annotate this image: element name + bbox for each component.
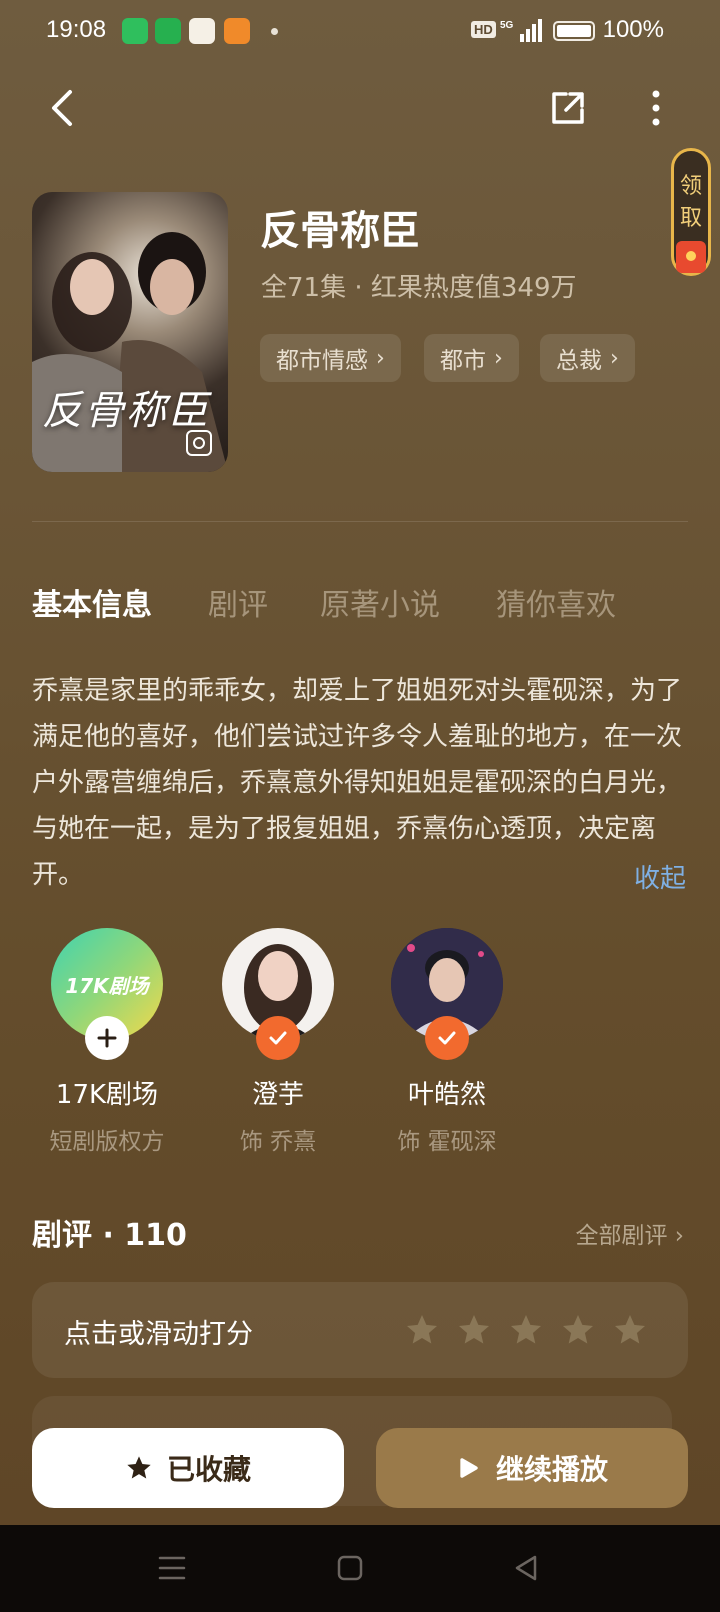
plus-icon [97,1028,117,1048]
reward-label-2: 取 [679,206,702,231]
reward-claim-button[interactable]: 领 取 [671,148,711,276]
back-triangle-icon[interactable] [513,1554,539,1582]
collapse-link[interactable]: 收起 [634,858,686,895]
rating-card[interactable]: 点击或滑动打分 [32,1282,688,1378]
signal-5g-icon: 5G [500,19,542,42]
share-button[interactable] [544,84,592,132]
person-name: 澄芋 [251,1080,304,1110]
back-button[interactable] [38,84,86,132]
menu-icon[interactable] [158,1555,186,1581]
play-label: 继续播放 [495,1453,608,1486]
tag-label: 都市 [440,348,486,374]
star-icon[interactable] [508,1312,544,1348]
followed-badge[interactable] [425,1016,469,1060]
svg-text:5G: 5G [500,20,514,31]
person-name: 17K剧场 [55,1080,159,1110]
red-envelope-icon [676,241,706,273]
drama-meta: 全71集 · 红果热度值349万 [261,273,577,303]
status-time: 19:08 [46,16,107,43]
chevron-right-icon: › [376,345,385,371]
tag-label: 都市情感 [276,348,368,374]
chevron-right-icon: › [610,345,619,371]
star-filled-icon [127,1456,151,1479]
continue-play-button[interactable]: 继续播放 [376,1428,688,1508]
reward-label-1: 领 [679,174,702,199]
notification-dot-icon [271,28,278,35]
follow-button[interactable] [85,1016,129,1060]
tag-ceo[interactable]: 总裁 › [540,334,635,382]
publisher-logo: 17K剧场 [65,973,149,998]
tag-label: 总裁 [556,348,602,374]
tag-urban[interactable]: 都市 › [424,334,519,382]
star-icon[interactable] [560,1312,596,1348]
all-reviews-link[interactable]: 全部剧评 › [575,1216,684,1250]
drama-cover[interactable]: 反骨称臣 [32,192,228,472]
play-icon [460,1458,478,1478]
rate-prompt: 点击或滑动打分 [64,1319,253,1350]
app-100-icon [189,18,215,44]
check-icon [269,1031,287,1045]
tab-recommendations[interactable]: 猜你喜欢 [496,580,616,624]
star-icon[interactable] [456,1312,492,1348]
more-button[interactable] [632,84,680,132]
person-role: 饰 霍砚深 [397,1129,497,1155]
status-bar: 19:08 HD 5G 100% [0,0,720,66]
hd-icon: HD [471,21,496,38]
drama-title: 反骨称臣 [260,208,420,254]
drama-description: 乔熹是家里的乖乖女，却爱上了姐姐死对头霍砚深，为了满足他的喜好，他们尝试过许多令… [32,676,683,890]
divider [32,521,688,522]
tab-reviews[interactable]: 剧评 [208,580,268,624]
back-arrow-icon [52,90,72,126]
star-icon[interactable] [404,1312,440,1348]
watermark-icon [186,430,212,456]
more-vertical-icon [652,90,660,126]
check-icon [438,1031,456,1045]
person-name: 叶皓然 [407,1080,486,1110]
battery-saver-app-icon [122,18,148,44]
chevron-right-icon: › [494,345,503,371]
favorite-label: 已收藏 [166,1453,251,1486]
followed-badge[interactable] [256,1016,300,1060]
battery-icon [553,21,595,41]
tag-urban-romance[interactable]: 都市情感 › [260,334,401,382]
reviews-title: 剧评 · 110 [32,1218,187,1253]
tab-original-novel[interactable]: 原著小说 [320,580,440,624]
share-icon [552,92,584,124]
security-app-icon [155,18,181,44]
star-icon[interactable] [612,1312,648,1348]
person-role: 短剧版权方 [49,1129,165,1155]
favorite-button[interactable]: 已收藏 [32,1428,344,1508]
tab-basic-info[interactable]: 基本信息 [32,580,152,624]
battery-percent: 100% [602,16,664,43]
home-icon[interactable] [337,1555,363,1581]
person-role: 饰 乔熹 [239,1129,317,1155]
system-nav-bar [0,1525,720,1612]
video-app-icon [224,18,250,44]
